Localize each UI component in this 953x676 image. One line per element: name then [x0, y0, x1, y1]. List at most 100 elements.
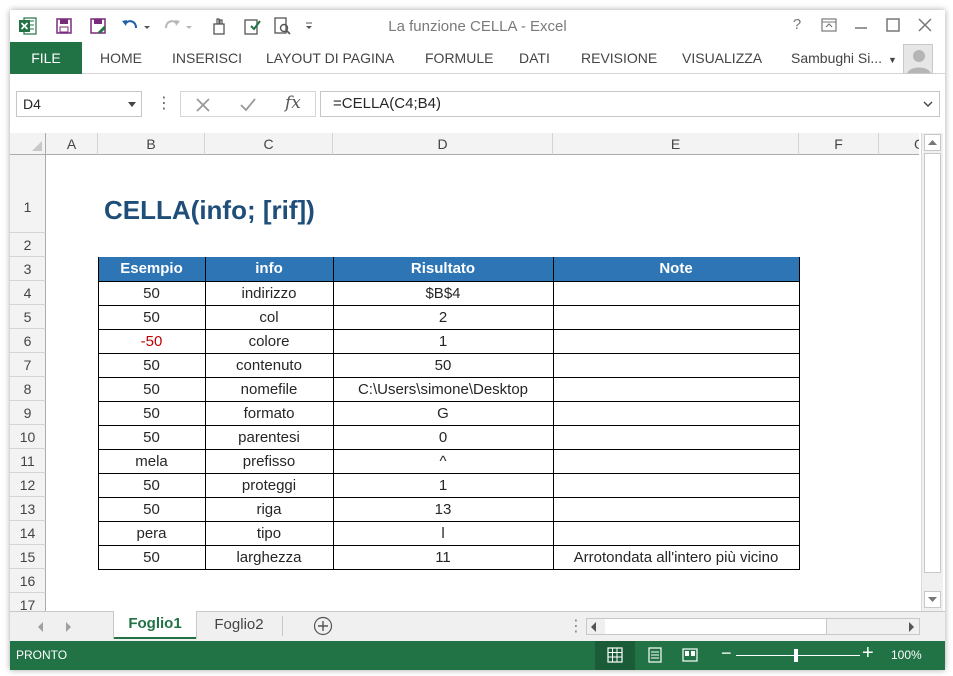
next-sheet-icon[interactable]: [66, 622, 71, 632]
vertical-scrollbar[interactable]: [921, 133, 943, 611]
table-cell-esempio[interactable]: pera: [98, 521, 205, 545]
table-cell-info[interactable]: riga: [205, 497, 333, 521]
table-cell-esempio[interactable]: 50: [98, 281, 205, 305]
table-cell-note[interactable]: [553, 353, 799, 377]
previous-sheet-icon[interactable]: [38, 622, 43, 632]
zoom-slider-track[interactable]: [736, 655, 860, 656]
table-cell-note[interactable]: [553, 497, 799, 521]
close-icon[interactable]: [914, 14, 936, 36]
user-account[interactable]: Sambughi Si... ▼: [791, 42, 897, 74]
tab-layout-di-pagina[interactable]: LAYOUT DI PAGINA: [266, 42, 394, 74]
row-header-5[interactable]: 5: [10, 305, 46, 329]
table-cell-risultato[interactable]: 0: [333, 425, 553, 449]
cancel-entry-icon[interactable]: [195, 97, 211, 113]
table-cell-esempio[interactable]: 50: [98, 377, 205, 401]
insert-function-icon[interactable]: fx: [285, 93, 301, 113]
table-cell-esempio[interactable]: 50: [98, 425, 205, 449]
ribbon-display-options-icon[interactable]: [818, 14, 840, 36]
row-header-15[interactable]: 15: [10, 545, 46, 569]
row-header-17[interactable]: 17: [10, 593, 46, 611]
table-cell-esempio[interactable]: 50: [98, 401, 205, 425]
table-cell-note[interactable]: Arrotondata all'intero più vicino: [553, 545, 799, 569]
col-header-a[interactable]: A: [46, 133, 98, 155]
tab-split-grip-icon[interactable]: ⋮: [568, 616, 584, 636]
normal-view-icon[interactable]: [606, 646, 624, 664]
new-sheet-icon[interactable]: [313, 616, 333, 636]
table-header-risultato[interactable]: Risultato: [333, 260, 553, 277]
table-cell-note[interactable]: [553, 425, 799, 449]
worksheet-grid[interactable]: A B C D E F G 1 2 3 4 5 6 7 8 9 10 11 12…: [10, 133, 919, 611]
col-header-c[interactable]: C: [205, 133, 333, 155]
table-cell-note[interactable]: [553, 401, 799, 425]
table-cell-risultato[interactable]: 1: [333, 473, 553, 497]
sheet-tab-foglio1[interactable]: Foglio1: [114, 611, 196, 639]
page-layout-view-icon[interactable]: [646, 646, 664, 664]
table-cell-esempio[interactable]: 50: [98, 353, 205, 377]
table-cell-info[interactable]: nomefile: [205, 377, 333, 401]
minimize-icon[interactable]: [850, 14, 872, 36]
avatar[interactable]: [903, 44, 933, 74]
horizontal-scrollbar[interactable]: [586, 618, 920, 635]
zoom-slider-knob[interactable]: [794, 649, 798, 662]
vertical-scroll-thumb[interactable]: [924, 153, 941, 573]
table-cell-esempio[interactable]: 50: [98, 473, 205, 497]
table-cell-info[interactable]: prefisso: [205, 449, 333, 473]
table-cell-esempio[interactable]: 50: [98, 305, 205, 329]
table-cell-risultato[interactable]: 11: [333, 545, 553, 569]
scroll-down-button[interactable]: [924, 591, 941, 608]
col-header-d[interactable]: D: [333, 133, 553, 155]
table-header-info[interactable]: info: [205, 260, 333, 277]
table-cell-risultato[interactable]: ^: [333, 449, 553, 473]
table-cell-note[interactable]: [553, 521, 799, 545]
tab-revisione[interactable]: REVISIONE: [581, 42, 657, 74]
table-cell-risultato[interactable]: l: [333, 521, 553, 545]
row-header-12[interactable]: 12: [10, 473, 46, 497]
col-header-f[interactable]: F: [799, 133, 879, 155]
tab-visualizza[interactable]: VISUALIZZA: [682, 42, 762, 74]
table-header-esempio[interactable]: Esempio: [98, 260, 205, 277]
scroll-up-button[interactable]: [924, 134, 941, 151]
row-header-16[interactable]: 16: [10, 569, 46, 593]
table-cell-info[interactable]: parentesi: [205, 425, 333, 449]
row-header-1[interactable]: 1: [10, 155, 46, 233]
row-header-6[interactable]: 6: [10, 329, 46, 353]
row-header-13[interactable]: 13: [10, 497, 46, 521]
table-cell-info[interactable]: tipo: [205, 521, 333, 545]
table-cell-info[interactable]: contenuto: [205, 353, 333, 377]
table-cell-note[interactable]: [553, 305, 799, 329]
table-cell-esempio[interactable]: mela: [98, 449, 205, 473]
expand-formula-bar-icon[interactable]: [923, 99, 933, 109]
row-header-2[interactable]: 2: [10, 233, 46, 257]
select-all-corner[interactable]: [10, 133, 46, 155]
row-header-9[interactable]: 9: [10, 401, 46, 425]
row-header-10[interactable]: 10: [10, 425, 46, 449]
table-cell-info[interactable]: colore: [205, 329, 333, 353]
table-cell-risultato[interactable]: 1: [333, 329, 553, 353]
table-cell-info[interactable]: col: [205, 305, 333, 329]
table-cell-note[interactable]: [553, 281, 799, 305]
table-cell-risultato[interactable]: 2: [333, 305, 553, 329]
table-cell-note[interactable]: [553, 473, 799, 497]
page-break-preview-icon[interactable]: [681, 646, 699, 664]
help-button[interactable]: ?: [786, 16, 808, 38]
table-cell-esempio[interactable]: 50: [98, 497, 205, 521]
table-cell-note[interactable]: [553, 449, 799, 473]
col-header-g[interactable]: G: [879, 133, 919, 155]
confirm-entry-icon[interactable]: [239, 97, 257, 113]
formula-bar-grip-icon[interactable]: ⋮: [156, 93, 172, 113]
tab-formule[interactable]: FORMULE: [425, 42, 493, 74]
sheet-title[interactable]: CELLA(info; [rif]): [104, 195, 315, 226]
table-cell-info[interactable]: larghezza: [205, 545, 333, 569]
row-header-8[interactable]: 8: [10, 377, 46, 401]
table-cell-risultato[interactable]: C:\Users\simone\Desktop: [333, 377, 553, 401]
row-header-11[interactable]: 11: [10, 449, 46, 473]
zoom-out-button[interactable]: −: [721, 643, 732, 664]
row-header-7[interactable]: 7: [10, 353, 46, 377]
formula-input[interactable]: =CELLA(C4;B4): [320, 91, 940, 117]
tab-file[interactable]: FILE: [10, 42, 82, 74]
table-cell-info[interactable]: indirizzo: [205, 281, 333, 305]
horizontal-scroll-thumb[interactable]: [605, 619, 827, 634]
table-cell-note[interactable]: [553, 377, 799, 401]
scroll-left-icon[interactable]: [591, 622, 596, 632]
table-cell-risultato[interactable]: G: [333, 401, 553, 425]
